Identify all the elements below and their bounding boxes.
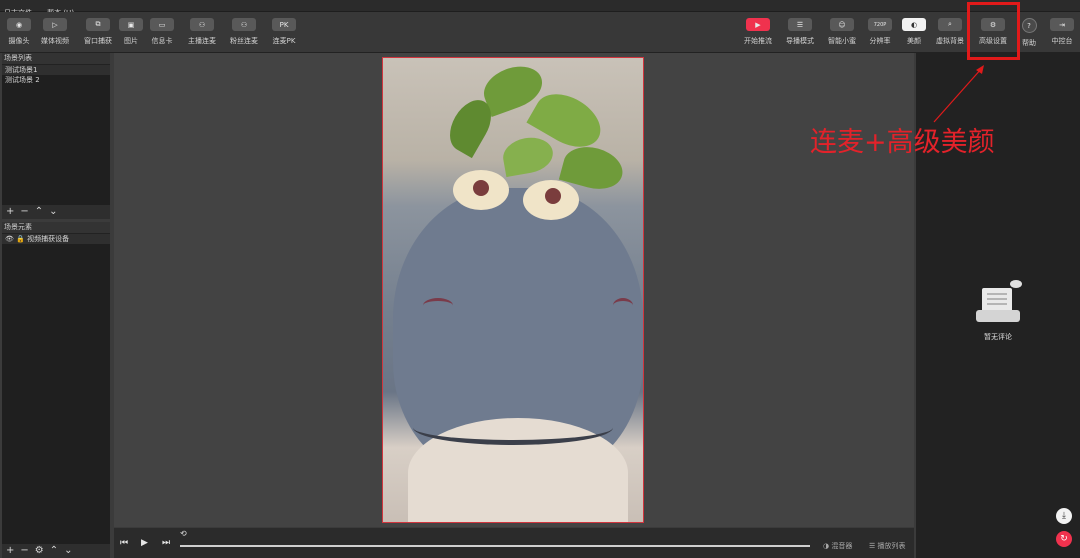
annotation-arrow-icon [933,65,984,123]
remove-icon[interactable]: − [20,544,28,558]
eye-icon[interactable]: 👁 [5,235,14,243]
scene-list: 测试场景1 测试场景 2 [2,65,110,205]
element-item[interactable]: 👁 🔒 视频捕获设备 [2,234,110,244]
toolbar-virtual-bg-button[interactable]: ⌕ 虚拟背景 [934,18,966,46]
gear-icon[interactable]: ⚙ [35,544,44,558]
beauty-icon: ◐ [902,18,926,31]
toolbar-fan-link-button[interactable]: ⚇ 粉丝连麦 [229,18,259,46]
toolbar-image-button[interactable]: ▣ 图片 [119,18,143,46]
loop-icon[interactable]: ⟲ [180,529,187,538]
image-icon: ▣ [119,18,143,31]
toolbar-label: 媒体视频 [41,37,69,45]
toolbar-label: 主播连麦 [188,37,216,45]
pk-icon: PK [272,18,296,31]
camera-preview[interactable] [382,57,644,523]
console-icon: ⇥ [1050,18,1074,31]
playback-progress[interactable] [180,545,810,547]
add-icon[interactable]: + [6,205,14,219]
scene-panel: 场景列表 测试场景1 测试场景 2 + − ⌃ ⌄ [2,53,110,219]
start-stream-icon: ▶ [746,18,770,31]
preview-area [114,53,914,527]
toolbar-label: 分辨率 [869,37,891,45]
host-link-icon: ⚇ [190,18,214,31]
mixer-button[interactable]: ◑ 混音器 [823,541,852,551]
scene-panel-footer: + − ⌃ ⌄ [2,205,110,219]
element-panel-footer: + − ⚙ ⌃ ⌄ [2,544,110,558]
chevron-up-icon[interactable]: ⌃ [35,205,43,219]
toolbar-help-button[interactable]: ? 帮助 [1018,18,1040,48]
toolbar-label: 虚拟背景 [936,37,964,45]
director-mode-icon: ☰ [788,18,812,31]
refresh-icon[interactable]: ↻ [1056,531,1072,547]
toolbar-console-button[interactable]: ⇥ 中控台 [1049,18,1075,46]
chevron-down-icon[interactable]: ⌄ [49,205,57,219]
toolbar-label: 中控台 [1051,37,1073,45]
toolbar: ◉ 摄像头 ▷ 媒体视频 ⧉ 窗口捕获 ▣ 图片 ▭ 信息卡 ⚇ 主播连麦 ⚇ 粉丝连麦 PK 连麦PK ▶ 开始… [0,12,1080,53]
transport-bar: ⏮ ▶ ⏭ ⟲ ◑ 混音器 ☰ 播放列表 [114,528,914,558]
playlist-button[interactable]: ☰ 播放列表 [869,541,906,551]
remove-icon[interactable]: − [20,205,28,219]
toolbar-label: 导播模式 [786,37,814,45]
toolbar-host-link-button[interactable]: ⚇ 主播连麦 [187,18,217,46]
help-icon: ? [1021,18,1037,33]
smart-assistant-icon: ☺ [830,18,854,31]
fan-link-icon: ⚇ [232,18,256,31]
download-icon[interactable]: ⤓ [1056,508,1072,524]
camera-icon: ◉ [7,18,31,31]
skip-forward-icon[interactable]: ⏭ [162,538,170,548]
toolbar-label: 连麦PK [272,37,296,45]
scene-item[interactable]: 测试场景 2 [2,75,110,85]
virtual-bg-icon: ⌕ [938,18,962,31]
annotation-highlight-box [967,2,1020,60]
toolbar-label: 窗口捕获 [84,37,112,45]
element-panel: 场景元素 👁 🔒 视频捕获设备 + − ⚙ ⌃ ⌄ [2,222,110,558]
toolbar-window-button[interactable]: ⧉ 窗口捕获 [83,18,113,46]
toolbar-play-button[interactable]: ▷ 媒体视频 [38,18,72,46]
element-list: 👁 🔒 视频捕获设备 [2,234,110,544]
empty-comments-icon [976,280,1022,322]
toolbar-label: 图片 [124,37,138,45]
card-icon: ▭ [150,18,174,31]
toolbar-label: 帮助 [1022,39,1036,47]
toolbar-director-mode-button[interactable]: ☰ 导播模式 [784,18,816,46]
toolbar-card-button[interactable]: ▭ 信息卡 [150,18,174,46]
scene-item[interactable]: 测试场景1 [2,65,110,75]
play-icon[interactable]: ▶ [141,538,148,548]
toolbar-start-stream-button[interactable]: ▶ 开始推流 [742,18,774,46]
add-icon[interactable]: + [6,544,14,558]
chevron-up-icon[interactable]: ⌃ [50,544,58,558]
menu-bar: 日志文件 帮本 (H) [0,0,1080,17]
toolbar-resolution-button[interactable]: 720P 分辨率 [868,18,892,46]
toolbar-label: 信息卡 [151,37,173,45]
element-panel-title: 场景元素 [2,222,110,234]
skip-back-icon[interactable]: ⏮ [120,538,128,548]
toolbar-label: 粉丝连麦 [230,37,258,45]
toolbar-pk-button[interactable]: PK 连麦PK [272,18,296,46]
toolbar-label: 美颜 [907,37,921,45]
window-icon: ⧉ [86,18,110,31]
element-item-label: 视频捕获设备 [27,235,70,243]
resolution-icon: 720P [868,18,892,31]
annotation-text: 连麦+高级美颜 [810,127,995,158]
toolbar-camera-button[interactable]: ◉ 摄像头 [7,18,31,46]
toolbar-label: 摄像头 [8,37,30,45]
toolbar-smart-assistant-button[interactable]: ☺ 智能小蜜 [826,18,858,46]
empty-comments-text: 暂无评论 [984,333,1012,341]
play-icon: ▷ [43,18,67,31]
chevron-down-icon[interactable]: ⌄ [64,544,72,558]
scene-panel-title: 场景列表 [2,53,110,65]
toolbar-label: 智能小蜜 [828,37,856,45]
toolbar-beauty-button[interactable]: ◐ 美颜 [902,18,926,46]
lock-icon[interactable]: 🔒 [16,235,25,243]
toolbar-label: 开始推流 [744,37,772,45]
